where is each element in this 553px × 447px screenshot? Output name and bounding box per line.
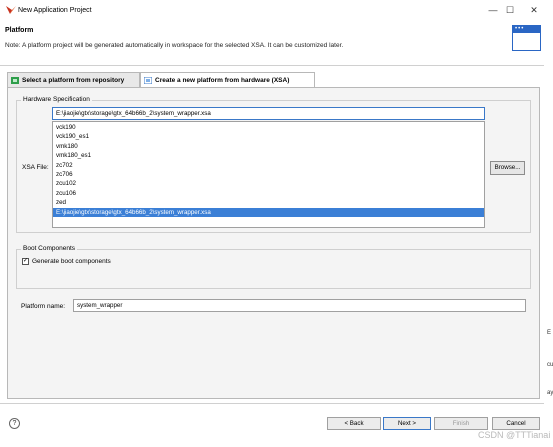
vitis-app-icon [6,6,16,14]
hardware-xsa-icon [144,77,152,84]
minimize-button[interactable]: — [486,4,500,16]
background-edge-text: ay [547,390,553,396]
xsa-option[interactable]: zc702 [53,161,484,170]
generate-boot-components-label[interactable]: Generate boot components [32,258,111,265]
boot-components-group [16,249,531,289]
hardware-specification-legend: Hardware Specification [21,96,92,103]
page-title: Platform [5,27,34,34]
background-edge-text: E [547,330,552,336]
help-icon[interactable]: ? [9,418,20,429]
boot-components-legend: Boot Components [21,245,78,252]
maximize-button[interactable]: ☐ [503,4,517,16]
background-window-edge [544,0,553,447]
banner-dots: ••• [515,26,525,32]
green-platform-icon [11,77,19,84]
tab-select-platform-repository[interactable]: Select a platform from repository [7,72,140,87]
xsa-option[interactable]: zc706 [53,170,484,179]
close-button[interactable]: ✕ [527,4,541,16]
wizard-banner-icon: ••• [512,25,541,51]
tab-create-platform-from-xsa[interactable]: Create a new platform from hardware (XSA… [140,72,315,88]
xsa-option[interactable]: vck190 [53,123,484,132]
xsa-file-label: XSA File: [22,164,49,171]
xsa-option[interactable]: vmk180 [53,142,484,151]
cancel-button[interactable]: Cancel [492,417,540,430]
platform-name-input[interactable]: system_wrapper [73,299,526,312]
xsa-file-combo[interactable]: E:\jiaojie\gtx\storage\gtx_64b66b_2\syst… [52,107,485,120]
finish-button[interactable]: Finish [434,417,488,430]
platform-name-label: Platform name: [21,303,66,310]
tab-label: Create a new platform from hardware (XSA… [155,77,290,84]
next-button[interactable]: Next > [383,417,431,430]
watermark-text: CSDN @TTTianai [478,430,551,440]
window-title: New Application Project [18,7,92,14]
tab-label: Select a platform from repository [22,77,125,84]
page-description: Note: A platform project will be generat… [5,42,344,49]
xsa-option-selected[interactable]: E:\jiaojie\gtx\storage\gtx_64b66b_2\syst… [53,207,484,217]
browse-button[interactable]: Browse... [490,161,525,175]
tab-strip: Select a platform from repository Create… [7,72,540,88]
xsa-option[interactable]: vck190_es1 [53,132,484,141]
back-button[interactable]: < Back [327,417,381,430]
xsa-option[interactable]: vmk180_es1 [53,151,484,160]
xsa-option[interactable]: zcu102 [53,179,484,188]
generate-boot-components-checkbox[interactable]: ✓ [22,258,29,265]
background-edge-text: cu [547,362,553,368]
xsa-option[interactable]: zcu106 [53,189,484,198]
xsa-option[interactable]: zed [53,198,484,207]
footer-divider [0,403,553,404]
xsa-dropdown-list[interactable]: vck190 vck190_es1 vmk180 vmk180_es1 zc70… [52,121,485,228]
